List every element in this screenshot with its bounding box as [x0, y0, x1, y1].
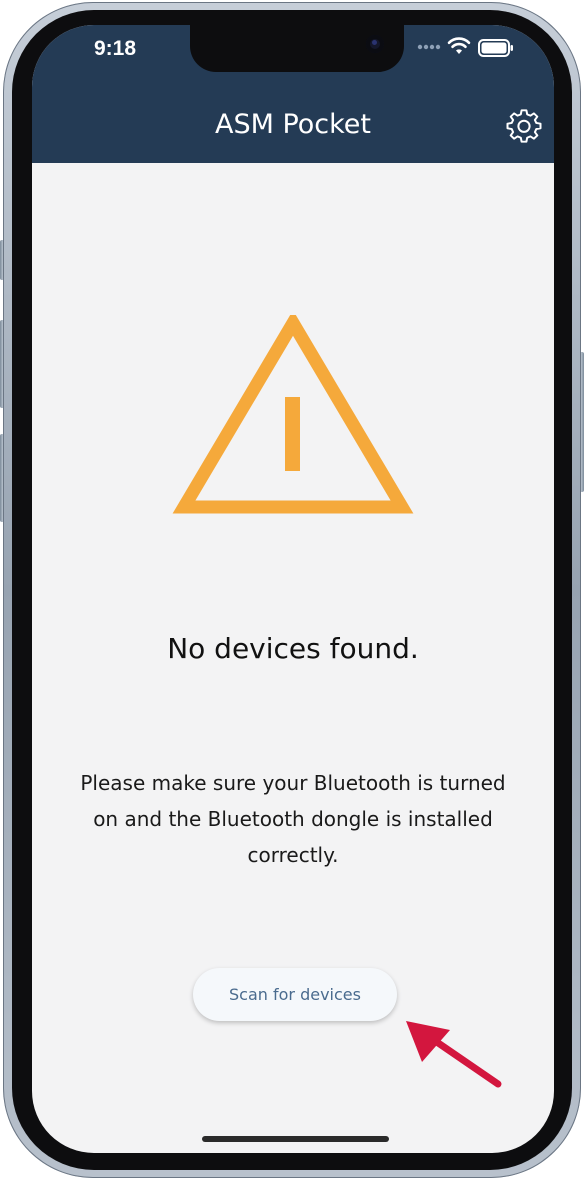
- screenshot: 9:18 ASM Pocket No devices found. Please…: [0, 0, 584, 1180]
- status-time: 9:18: [94, 37, 137, 60]
- gear-icon[interactable]: [506, 109, 542, 145]
- app-title: ASM Pocket: [214, 109, 372, 140]
- home-indicator[interactable]: [202, 1136, 389, 1142]
- notch: [190, 25, 404, 72]
- empty-state-heading: No devices found.: [167, 632, 419, 665]
- red-arrow-icon: [406, 1021, 502, 1088]
- signal-dots-icon: [417, 44, 441, 50]
- front-camera-icon: [366, 35, 384, 53]
- warning-triangle-icon: [172, 315, 414, 514]
- scan-for-devices-button[interactable]: Scan for devices: [193, 968, 397, 1021]
- phone-screen: 9:18 ASM Pocket No devices found. Please…: [32, 25, 554, 1153]
- battery-icon: [478, 39, 513, 57]
- app-header: 9:18 ASM Pocket: [32, 25, 554, 163]
- empty-state-message: Please make sure your Bluetooth is turne…: [80, 771, 506, 867]
- wifi-icon: [447, 37, 471, 54]
